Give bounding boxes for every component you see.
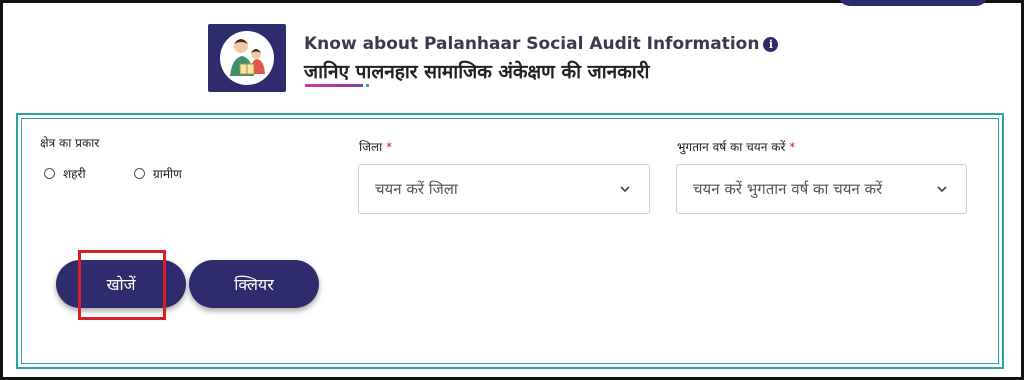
payment-year-label: भुगतान वर्ष का चयन करें * — [677, 138, 795, 155]
radio-urban-label: शहरी — [63, 167, 86, 181]
district-select[interactable]: चयन करें जिला — [358, 164, 650, 214]
chevron-down-icon — [937, 186, 947, 193]
payment-year-select[interactable]: चयन करें भुगतान वर्ष का चयन करें — [676, 164, 967, 214]
title-accent-dot — [366, 84, 369, 87]
area-type-label: क्षेत्र का प्रकार — [40, 136, 100, 150]
page-title-hindi: जानिए पालनहार सामाजिक अंकेक्षण की जानकार… — [304, 61, 650, 83]
radio-urban-circle[interactable] — [44, 168, 55, 179]
radio-urban[interactable]: शहरी — [44, 165, 86, 182]
district-label: जिला * — [359, 138, 392, 155]
parent-with-child-logo-icon — [220, 31, 274, 85]
search-button[interactable]: खोजें — [56, 260, 186, 308]
clear-button[interactable]: क्लियर — [189, 260, 319, 308]
page-title-english: Know about Palanhaar Social Audit Inform… — [304, 34, 779, 54]
district-label-text: जिला — [359, 140, 383, 154]
palanhaar-logo — [208, 24, 286, 92]
district-required-mark: * — [386, 140, 393, 154]
chevron-down-icon — [620, 186, 630, 193]
page-title-english-text: Know about Palanhaar Social Audit Inform… — [304, 34, 760, 54]
district-select-value: चयन करें जिला — [375, 180, 458, 198]
radio-rural-circle[interactable] — [134, 168, 145, 179]
payment-year-label-text: भुगतान वर्ष का चयन करें — [677, 140, 786, 154]
radio-rural[interactable]: ग्रामीण — [134, 165, 182, 182]
info-icon[interactable]: i — [763, 37, 779, 52]
title-accent-bar — [305, 84, 363, 87]
search-form-card-inner — [21, 118, 999, 364]
payment-year-required-mark: * — [789, 140, 796, 154]
payment-year-select-value: चयन करें भुगतान वर्ष का चयन करें — [693, 180, 883, 198]
top-nav-button[interactable] — [838, 0, 988, 6]
radio-rural-label: ग्रामीण — [153, 167, 182, 181]
